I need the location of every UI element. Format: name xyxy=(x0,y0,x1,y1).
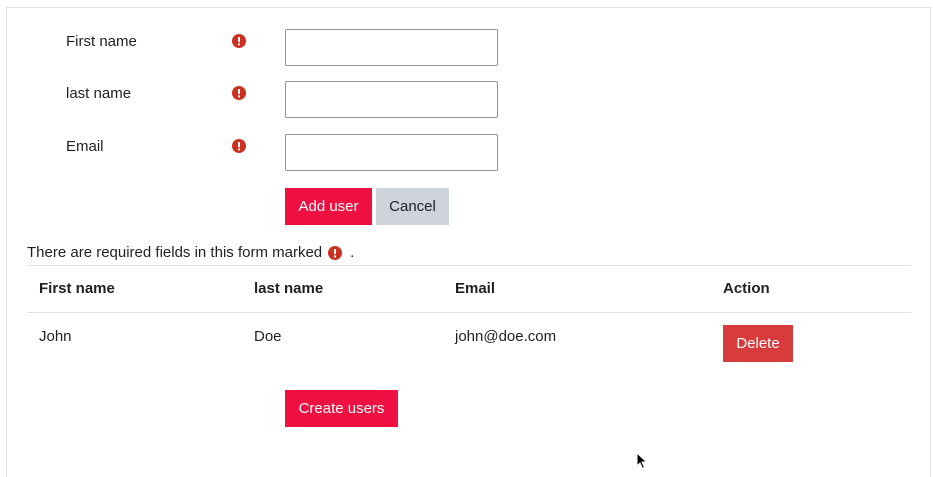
form-container xyxy=(6,7,931,477)
table-top-border xyxy=(27,265,911,266)
cell-email: john@doe.com xyxy=(455,328,557,345)
cancel-button[interactable]: Cancel xyxy=(376,188,449,225)
first-name-input[interactable] xyxy=(285,29,498,66)
last-name-label: last name xyxy=(66,85,132,102)
delete-button[interactable]: Delete xyxy=(723,325,793,362)
first-name-label: First name xyxy=(66,33,137,50)
column-header-first-name: First name xyxy=(39,280,115,297)
column-header-action: Action xyxy=(723,280,770,297)
create-users-button[interactable]: Create users xyxy=(285,390,398,427)
table-header-border xyxy=(27,312,911,313)
required-icon xyxy=(232,86,246,100)
required-icon xyxy=(232,34,246,48)
last-name-input[interactable] xyxy=(285,81,498,118)
required-icon xyxy=(232,139,246,153)
column-header-last-name: last name xyxy=(254,280,324,297)
cell-first-name: John xyxy=(39,328,72,345)
required-icon xyxy=(328,245,343,260)
column-header-email: Email xyxy=(455,280,496,297)
add-user-button[interactable]: Add user xyxy=(285,188,372,225)
required-note-period: . xyxy=(350,244,355,261)
email-input[interactable] xyxy=(285,134,498,171)
cell-last-name: Doe xyxy=(254,328,282,345)
email-label: Email xyxy=(66,138,104,155)
required-note-text: There are required fields in this form m… xyxy=(27,244,323,261)
required-fields-note: There are required fields in this form m… xyxy=(27,244,354,261)
